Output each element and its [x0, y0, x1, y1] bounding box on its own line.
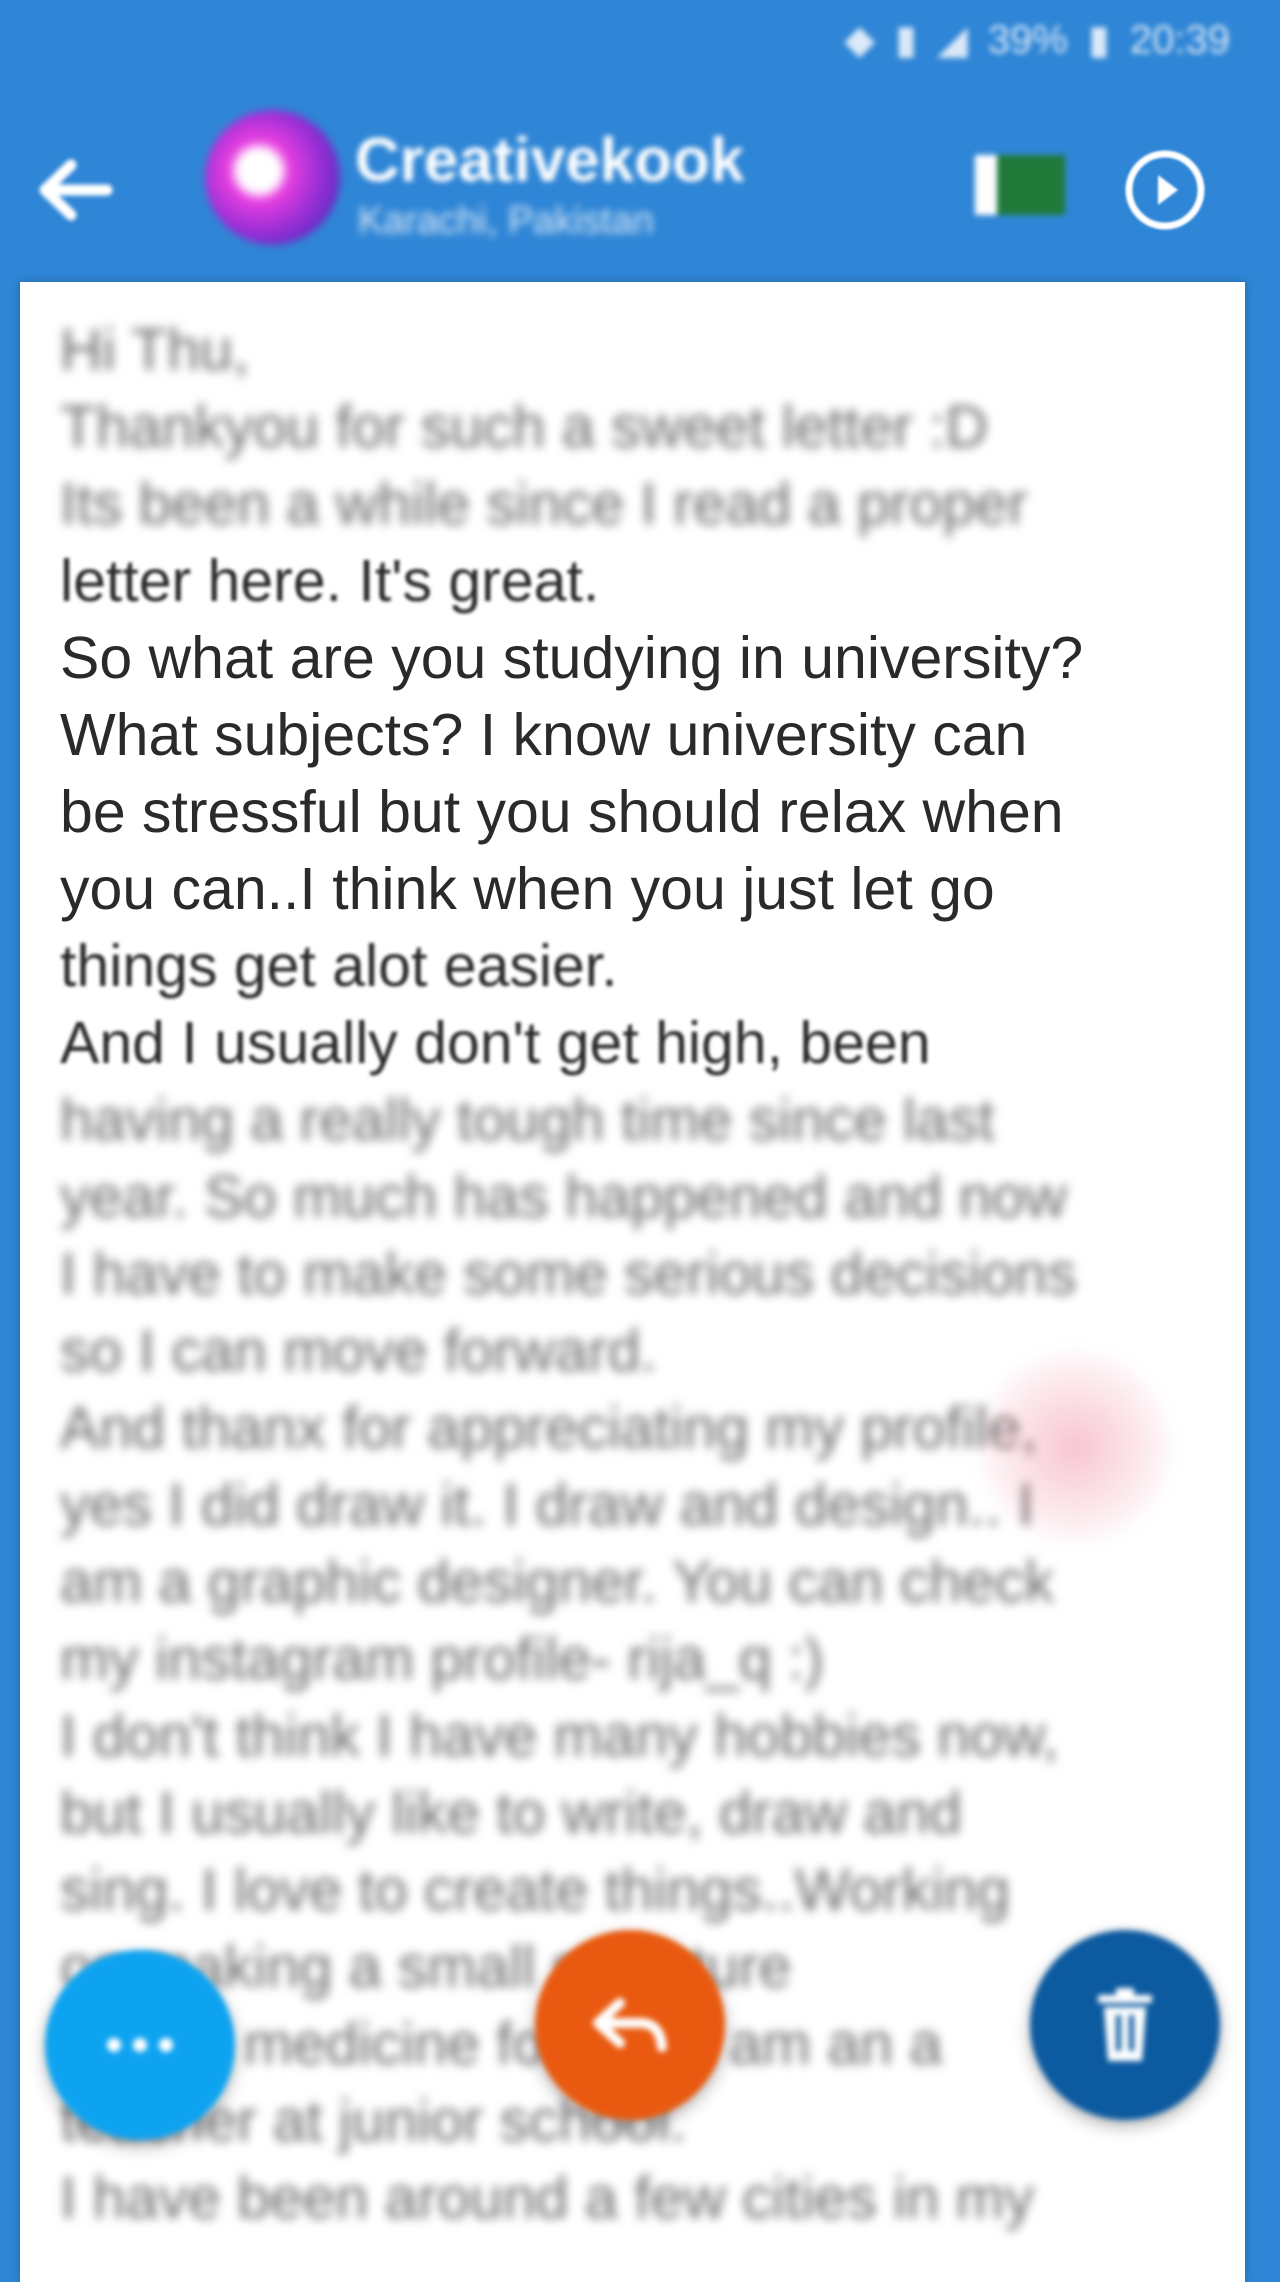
letter-line: Its been a while since I read a proper [60, 471, 1028, 537]
letter-line: things get alot easier. [60, 933, 618, 999]
battery-icon: ▮ [1087, 18, 1110, 62]
more-button[interactable] [45, 1950, 235, 2140]
letter-line: you can..I think when you just let go [60, 856, 995, 922]
reply-icon [593, 1998, 667, 2052]
letter-line: year. So much has happened and now [60, 1164, 1068, 1230]
watermark-stamp [975, 1347, 1175, 1547]
letter-line: I don't think I have many hobbies now, [60, 1703, 1059, 1769]
notification-icon: ▮ [895, 18, 918, 62]
signal-icon: ◢ [937, 18, 968, 62]
letter-line: am a graphic designer. You can check [60, 1549, 1054, 1615]
letter-line: Thankyou for such a sweet letter :D [60, 394, 989, 460]
clock: 20:39 [1129, 17, 1230, 62]
trash-icon [1098, 1988, 1152, 2061]
wifi-icon: ◆ [844, 18, 876, 62]
letter-line: I have to make some serious decisions [60, 1241, 1077, 1307]
pakistan-flag-icon [975, 155, 1065, 215]
circle-dot-icon [1125, 150, 1205, 230]
letter-line: So what are you studying in university? [60, 625, 1084, 691]
letter-line: sing. I love to create things..Working [60, 1857, 1010, 1923]
avatar[interactable] [205, 110, 340, 245]
letter-line: I have been around a few cities in my [60, 2165, 1035, 2231]
app-bar: Creativekook Karachi, Pakistan [0, 80, 1280, 280]
profile-location: Karachi, Pakistan [358, 200, 654, 242]
more-horizontal-icon [101, 2038, 179, 2052]
letter-line: having a really tough time since last [60, 1087, 995, 1153]
back-button[interactable] [25, 140, 125, 240]
status-bar: ◆ ▮ ◢ 39% ▮ 20:39 [0, 0, 1280, 80]
letter-line: my instagram profile- rija_q :) [60, 1626, 824, 1692]
letter-line: And I usually don't get high, been [60, 1010, 931, 1076]
battery-percent: 39% [987, 17, 1068, 62]
letter-line: letter here. It's great. [60, 548, 600, 614]
reply-button[interactable] [535, 1930, 725, 2120]
options-button[interactable] [1115, 140, 1215, 240]
letter-line: What subjects? I know university can [60, 702, 1028, 768]
profile-name[interactable]: Creativekook [355, 125, 744, 196]
letter-line: but I usually like to write, draw and [60, 1780, 962, 1846]
delete-button[interactable] [1030, 1930, 1220, 2120]
letter-line: Hi Thu, [60, 317, 250, 383]
arrow-left-icon [39, 159, 113, 221]
letter-line: be stressful but you should relax when [60, 779, 1064, 845]
